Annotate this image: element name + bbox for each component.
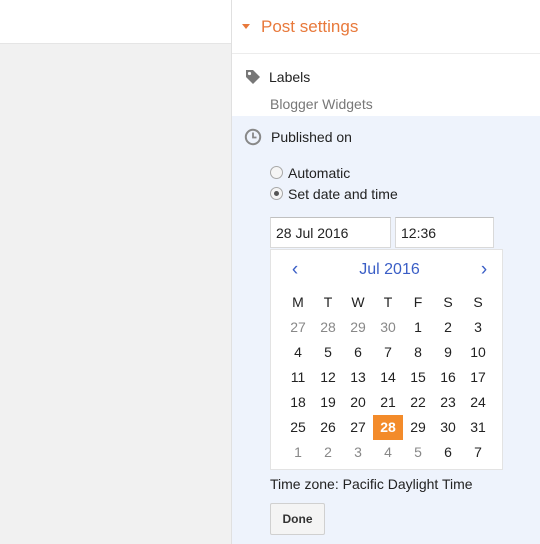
calendar-day[interactable]: 21 <box>373 390 403 415</box>
done-button[interactable]: Done <box>270 503 325 535</box>
tag-icon <box>246 70 260 84</box>
calendar-day[interactable]: 20 <box>343 390 373 415</box>
calendar-week-row: 25 26 27 28 29 30 31 <box>283 415 502 440</box>
calendar-week-row: 4 5 6 7 8 9 10 <box>283 340 502 365</box>
weekday-label: W <box>351 294 365 310</box>
calendar-day[interactable]: 2 <box>433 315 463 340</box>
calendar-week-row: 18 19 20 21 22 23 24 <box>283 390 502 415</box>
weekday-label: S <box>473 294 483 310</box>
calendar-week-row: 11 12 13 14 15 16 17 <box>283 365 502 390</box>
caret-down-icon <box>242 24 250 29</box>
calendar-day[interactable]: 28 <box>313 315 343 340</box>
calendar-day-selected[interactable]: 28 <box>373 415 403 440</box>
published-on-title: Published on <box>271 129 352 145</box>
weekday-label: T <box>323 294 333 310</box>
calendar-day[interactable]: 7 <box>463 440 493 465</box>
calendar-day[interactable]: 2 <box>313 440 343 465</box>
post-settings-header[interactable]: Post settings <box>232 0 540 54</box>
weekday-label: T <box>383 294 393 310</box>
calendar-day[interactable]: 27 <box>343 415 373 440</box>
calendar-day[interactable]: 6 <box>343 340 373 365</box>
calendar-day[interactable]: 4 <box>373 440 403 465</box>
calendar-day[interactable]: 12 <box>313 365 343 390</box>
calendar-week-row: 1234567 <box>283 440 502 465</box>
radio-button[interactable] <box>270 166 283 179</box>
calendar-day[interactable]: 3 <box>463 315 493 340</box>
radio-automatic[interactable]: Automatic <box>270 162 540 183</box>
weekday-label: F <box>413 294 423 310</box>
radio-set-date-time[interactable]: Set date and time <box>270 183 540 204</box>
calendar-day[interactable]: 27 <box>283 315 313 340</box>
calendar-week-row: 27 28 29 30 1 2 3 <box>283 315 502 340</box>
calendar-day[interactable]: 9 <box>433 340 463 365</box>
calendar-day[interactable]: 30 <box>373 315 403 340</box>
time-input[interactable] <box>395 217 494 248</box>
weekday-label: S <box>443 294 453 310</box>
calendar-day[interactable]: 8 <box>403 340 433 365</box>
calendar-day[interactable]: 30 <box>433 415 463 440</box>
calendar-day[interactable]: 1 <box>283 440 313 465</box>
calendar-day[interactable]: 14 <box>373 365 403 390</box>
next-month-button[interactable]: › <box>476 259 492 281</box>
calendar-day[interactable]: 16 <box>433 365 463 390</box>
clock-icon <box>244 128 262 146</box>
calendar-day[interactable]: 1 <box>403 315 433 340</box>
post-settings-panel: Post settings Labels Blogger Widgets Pub… <box>231 0 540 544</box>
calendar-day[interactable]: 5 <box>403 440 433 465</box>
calendar-day[interactable]: 26 <box>313 415 343 440</box>
editor-pane <box>0 0 231 544</box>
labels-value: Blogger Widgets <box>270 96 373 112</box>
weekday-header-row: MTWTFSS <box>283 290 502 315</box>
radio-button-selected[interactable] <box>270 187 283 200</box>
date-input[interactable] <box>270 217 391 248</box>
calendar-day[interactable]: 29 <box>403 415 433 440</box>
radio-label: Set date and time <box>288 185 398 202</box>
calendar-grid: M T W T F S S 27 28 29 30 1 2 3 4 5 6 7 8 9 10 11 12 13 14 15 16 17… <box>283 290 502 465</box>
weekday-label: M <box>292 294 304 310</box>
month-label: Jul 2016 <box>359 261 420 278</box>
calendar-day[interactable]: 22 <box>403 390 433 415</box>
calendar-day[interactable]: 3 <box>343 440 373 465</box>
calendar-day[interactable]: 18 <box>283 390 313 415</box>
post-settings-title: Post settings <box>261 16 359 36</box>
calendar-day[interactable]: 15 <box>403 365 433 390</box>
labels-section[interactable]: Labels Blogger Widgets <box>232 54 540 116</box>
labels-title: Labels <box>269 69 311 85</box>
published-on-section: Published on Automatic Set date and time… <box>232 116 540 544</box>
calendar-day[interactable]: 19 <box>313 390 343 415</box>
date-picker-calendar: ‹ Jul 2016 › M T W T F S S 27 28 29 30 1 2 3 4 5 6 7 8 9 10 1… <box>270 249 503 470</box>
prev-month-button[interactable]: ‹ <box>287 259 303 281</box>
calendar-day[interactable]: 31 <box>463 415 493 440</box>
calendar-day[interactable]: 23 <box>433 390 463 415</box>
calendar-day[interactable]: 4 <box>283 340 313 365</box>
calendar-day[interactable]: 29 <box>343 315 373 340</box>
calendar-day[interactable]: 11 <box>283 365 313 390</box>
timezone-label: Time zone: Pacific Daylight Time <box>270 476 473 492</box>
radio-label: Automatic <box>288 164 351 181</box>
calendar-day[interactable]: 7 <box>373 340 403 365</box>
calendar-day[interactable]: 10 <box>463 340 493 365</box>
calendar-day[interactable]: 17 <box>463 365 493 390</box>
calendar-day[interactable]: 25 <box>283 415 313 440</box>
calendar-day[interactable]: 5 <box>313 340 343 365</box>
editor-toolbar <box>0 0 231 44</box>
publish-mode-radios: Automatic Set date and time <box>270 162 540 204</box>
calendar-day[interactable]: 13 <box>343 365 373 390</box>
calendar-day[interactable]: 24 <box>463 390 493 415</box>
calendar-day[interactable]: 6 <box>433 440 463 465</box>
